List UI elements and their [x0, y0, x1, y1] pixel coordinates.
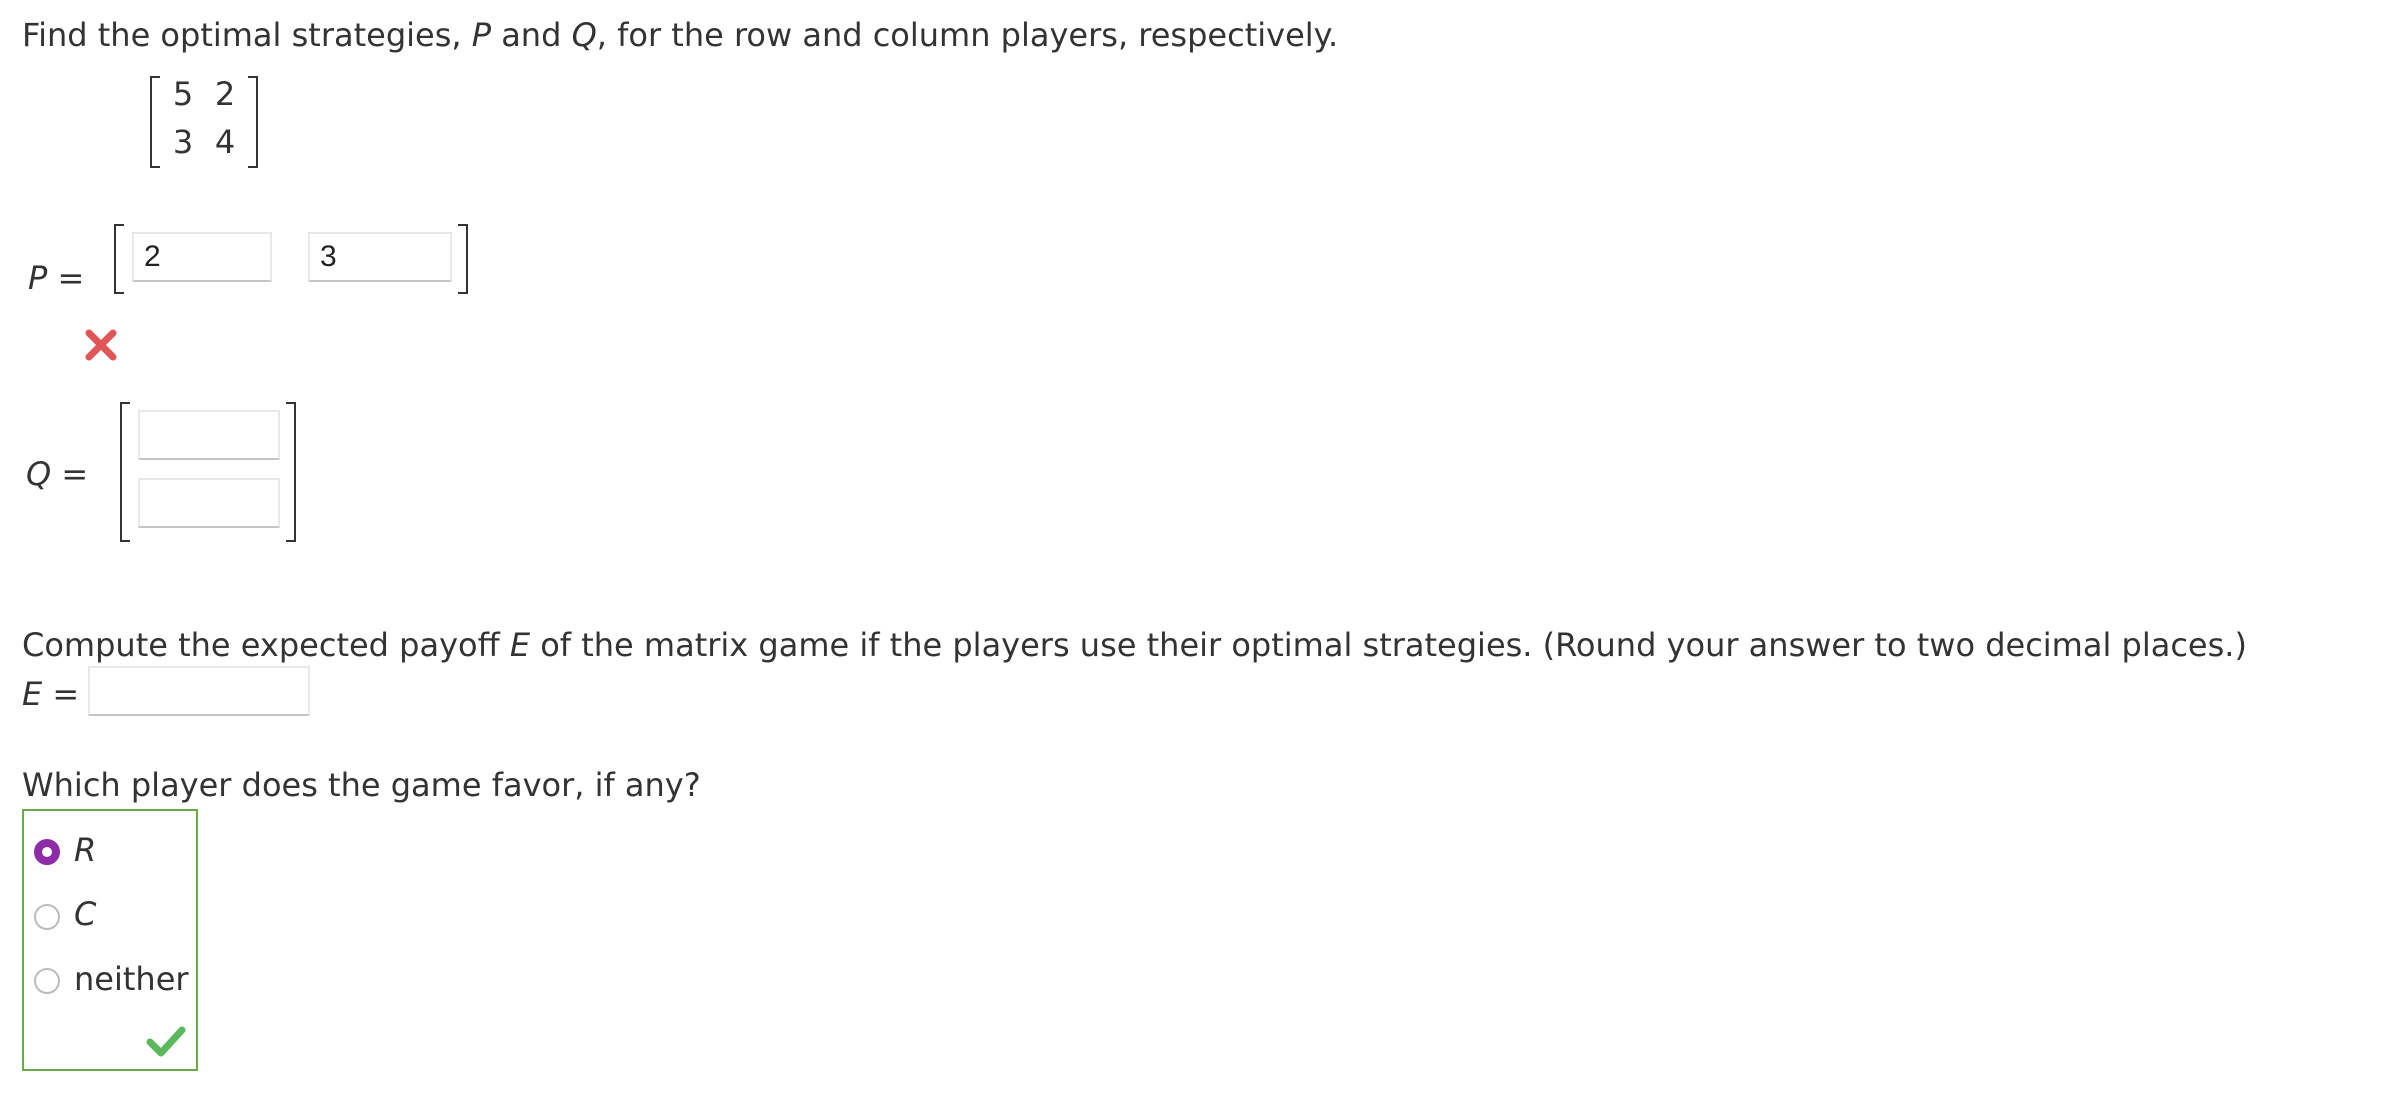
p-label: P =	[28, 258, 84, 298]
radio-r[interactable]	[34, 839, 60, 865]
prompt-text: and	[491, 16, 572, 54]
p-entry-2[interactable]	[308, 232, 452, 282]
question-3-prompt: Which player does the game favor, if any…	[22, 766, 701, 804]
prompt-text: Find the optimal strategies,	[22, 16, 472, 54]
p-variable: P	[28, 259, 48, 297]
radio-c[interactable]	[34, 904, 60, 930]
option-r-label[interactable]: R	[74, 830, 96, 870]
radio-neither[interactable]	[34, 968, 60, 994]
matrix-cell: 3	[172, 123, 194, 161]
q-variable: Q	[571, 16, 597, 54]
right-bracket	[248, 76, 258, 168]
equals-sign: =	[47, 259, 85, 297]
payoff-matrix: 5 2 3 4	[148, 74, 260, 168]
x-mark-icon	[84, 328, 118, 362]
p-right-bracket	[458, 224, 468, 294]
p-variable: P	[471, 16, 492, 54]
question-1-prompt: Find the optimal strategies, P and Q, fo…	[22, 15, 1338, 55]
equals-sign: =	[42, 675, 80, 713]
matrix-cell: 2	[214, 75, 236, 113]
p-entry-1[interactable]	[132, 232, 272, 282]
q-entry-2[interactable]	[138, 478, 280, 528]
prompt-text: , for the row and column players, respec…	[596, 16, 1339, 54]
e-label: E =	[22, 674, 79, 714]
prompt-text: of the matrix game if the players use th…	[530, 626, 2247, 664]
e-variable: E	[22, 675, 43, 713]
question-2-prompt: Compute the expected payoff E of the mat…	[22, 625, 2247, 665]
expected-payoff-input[interactable]	[88, 666, 310, 716]
equals-sign: =	[51, 455, 89, 493]
option-c-label[interactable]: C	[74, 894, 96, 934]
q-entry-1[interactable]	[138, 410, 280, 460]
e-variable: E	[509, 626, 531, 664]
q-label: Q =	[26, 454, 88, 494]
q-right-bracket	[286, 402, 296, 542]
p-left-bracket	[114, 224, 124, 294]
prompt-text: Compute the expected payoff	[22, 626, 510, 664]
matrix-cell: 5	[172, 75, 194, 113]
q-left-bracket	[120, 402, 130, 542]
q-variable: Q	[26, 455, 52, 493]
checkmark-icon	[146, 1024, 186, 1058]
left-bracket	[150, 76, 160, 168]
matrix-cell: 4	[214, 123, 236, 161]
option-neither-label[interactable]: neither	[74, 959, 189, 999]
